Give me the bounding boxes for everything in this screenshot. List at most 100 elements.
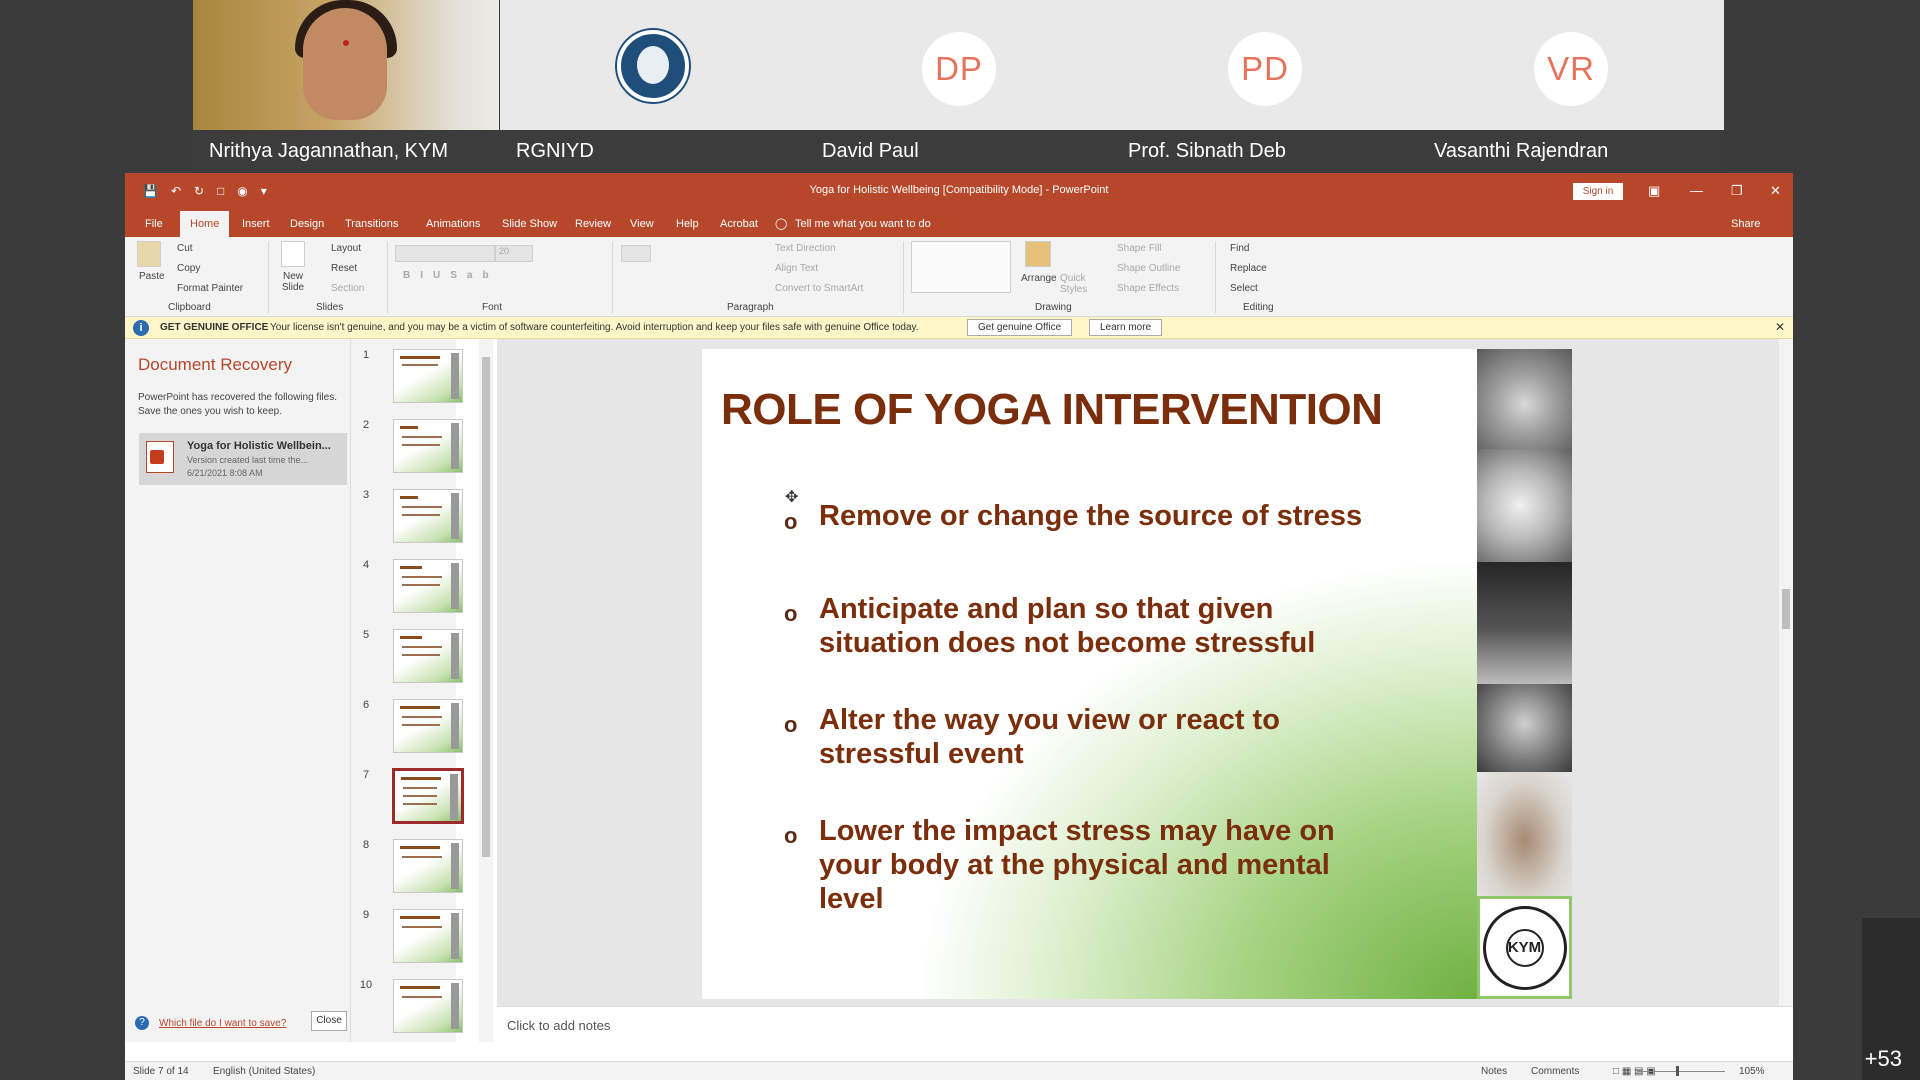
select-button[interactable]: Select	[1230, 283, 1258, 294]
bullet-text[interactable]: Alter the way you view or react to stres…	[819, 703, 1379, 771]
bullet-text[interactable]: Lower the impact stress may have on your…	[819, 814, 1379, 916]
participant-tile-video[interactable]: Nrithya Jagannathan, KYM	[193, 0, 499, 172]
group-font: Font	[482, 302, 503, 313]
slide-thumbnail[interactable]	[393, 629, 463, 683]
ribbon-display-icon[interactable]: ▣	[1648, 183, 1660, 199]
comments-button[interactable]: Comments	[1531, 1066, 1579, 1077]
font-format-buttons[interactable]: BIUSab	[403, 270, 499, 281]
participant-avatar: PD	[1228, 32, 1302, 106]
minimize-icon[interactable]: —	[1690, 183, 1703, 198]
tab-transitions[interactable]: Transitions	[335, 211, 408, 237]
more-participants-count[interactable]: +53	[1865, 1046, 1902, 1072]
tell-me-search[interactable]: Tell me what you want to do	[785, 211, 941, 237]
scrollbar-thumb[interactable]	[1782, 589, 1790, 629]
pptx-file-icon	[146, 441, 174, 473]
ribbon-separator	[903, 241, 904, 313]
find-button[interactable]: Find	[1230, 243, 1249, 254]
tab-review[interactable]: Review	[565, 211, 621, 237]
tab-insert[interactable]: Insert	[232, 211, 280, 237]
close-icon[interactable]: ✕	[1770, 183, 1781, 199]
learn-more-button[interactable]: Learn more	[1089, 319, 1163, 336]
slide-thumbnail[interactable]	[393, 699, 463, 753]
slide-counter: Slide 7 of 14	[133, 1066, 189, 1077]
thumb-number: 1	[362, 349, 370, 361]
participant-tile-rgniyd[interactable]: RGNIYD	[500, 0, 806, 172]
participant-tile-vr[interactable]: VR Vasanthi Rajendran	[1418, 0, 1724, 172]
arrange-icon[interactable]	[1025, 241, 1051, 267]
restore-icon[interactable]: ❐	[1731, 183, 1743, 199]
copy-button[interactable]: Copy	[177, 263, 200, 274]
slide-thumbnail[interactable]	[393, 909, 463, 963]
share-button[interactable]: Share	[1721, 211, 1770, 237]
tab-file[interactable]: File	[135, 211, 173, 237]
new-slide-icon[interactable]	[281, 241, 305, 267]
scrollbar-thumb[interactable]	[482, 357, 490, 857]
tab-help[interactable]: Help	[666, 211, 709, 237]
align-text-button[interactable]: Align Text	[775, 263, 818, 274]
layout-button[interactable]: Layout	[331, 243, 361, 254]
participant-tile-pd[interactable]: PD Prof. Sibnath Deb	[1112, 0, 1418, 172]
thumbnails-scrollbar[interactable]	[479, 339, 493, 1042]
slide-thumbnail[interactable]	[393, 419, 463, 473]
recovered-file-item[interactable]: Yoga for Holistic Wellbein... Version cr…	[139, 433, 347, 485]
participant-tile-dp[interactable]: DP David Paul	[806, 0, 1112, 172]
shape-effects-button[interactable]: Shape Effects	[1117, 283, 1179, 294]
paste-button[interactable]: Paste	[139, 271, 165, 282]
slide-editor: ROLE OF YOGA INTERVENTION o Remove or ch…	[497, 339, 1793, 1006]
notes-pane[interactable]: Click to add notes	[497, 1006, 1793, 1042]
language-label[interactable]: English (United States)	[213, 1066, 315, 1077]
tab-acrobat[interactable]: Acrobat	[710, 211, 768, 237]
ribbon-separator	[387, 241, 388, 313]
zoom-level[interactable]: 105%	[1739, 1066, 1765, 1077]
shapes-gallery[interactable]	[911, 241, 1011, 293]
reset-button[interactable]: Reset	[331, 263, 357, 274]
get-genuine-office-button[interactable]: Get genuine Office	[967, 319, 1073, 336]
bullets-button[interactable]	[621, 245, 651, 262]
slide-title[interactable]: ROLE OF YOGA INTERVENTION	[721, 385, 1383, 435]
new-slide-button[interactable]: New Slide	[277, 271, 309, 293]
cut-button[interactable]: Cut	[177, 243, 193, 254]
thumb-number: 4	[362, 559, 370, 571]
thumb-number: 8	[362, 839, 370, 851]
slide-thumbnail[interactable]	[393, 559, 463, 613]
group-paragraph: Paragraph	[727, 302, 774, 313]
slide-thumbnail[interactable]	[393, 489, 463, 543]
bullet-text[interactable]: Anticipate and plan so that given situat…	[819, 592, 1379, 660]
notes-button[interactable]: Notes	[1481, 1066, 1507, 1077]
zoom-slider[interactable]	[1637, 1071, 1725, 1072]
tab-animations[interactable]: Animations	[416, 211, 490, 237]
slide-scrollbar[interactable]	[1779, 339, 1793, 1006]
zoom-slider-thumb[interactable]	[1676, 1066, 1679, 1076]
tab-home[interactable]: Home	[180, 211, 230, 237]
font-size-select[interactable]: 20	[495, 245, 533, 262]
shape-outline-button[interactable]: Shape Outline	[1117, 263, 1180, 274]
replace-button[interactable]: Replace	[1230, 263, 1267, 274]
bullet-text[interactable]: Remove or change the source of stress	[819, 499, 1379, 533]
close-message-icon[interactable]: ✕	[1775, 320, 1785, 334]
sign-in-button[interactable]: Sign in	[1573, 183, 1623, 200]
slide-thumbnail[interactable]	[393, 979, 463, 1033]
arrange-button[interactable]: Arrange	[1021, 273, 1057, 284]
format-painter-button[interactable]: Format Painter	[177, 283, 243, 294]
slide-thumbnail[interactable]	[393, 839, 463, 893]
font-family-select[interactable]	[395, 245, 495, 262]
status-bar: Slide 7 of 14 English (United States) No…	[125, 1061, 1793, 1080]
tab-slide-show[interactable]: Slide Show	[492, 211, 567, 237]
hands-photo	[1477, 449, 1572, 562]
ribbon-tabs: File Home Insert Design Transitions Anim…	[125, 211, 1793, 237]
paste-icon[interactable]	[137, 241, 161, 267]
tab-design[interactable]: Design	[280, 211, 334, 237]
title-bar: 💾↶↻□◉▾ Yoga for Holistic Wellbeing [Comp…	[125, 173, 1793, 211]
which-file-link[interactable]: Which file do I want to save?	[159, 1018, 286, 1029]
shape-fill-button[interactable]: Shape Fill	[1117, 243, 1161, 254]
recovery-close-button[interactable]: Close	[311, 1011, 347, 1031]
section-button[interactable]: Section	[331, 283, 364, 294]
participant-avatar: VR	[1534, 32, 1608, 106]
current-slide[interactable]: ROLE OF YOGA INTERVENTION o Remove or ch…	[702, 349, 1572, 999]
slide-thumbnail-selected[interactable]	[393, 769, 463, 823]
quick-styles-button[interactable]: Quick Styles	[1060, 273, 1090, 295]
tab-view[interactable]: View	[620, 211, 664, 237]
convert-smartart-button[interactable]: Convert to SmartArt	[775, 283, 863, 294]
text-direction-button[interactable]: Text Direction	[775, 243, 836, 254]
slide-thumbnail[interactable]	[393, 349, 463, 403]
